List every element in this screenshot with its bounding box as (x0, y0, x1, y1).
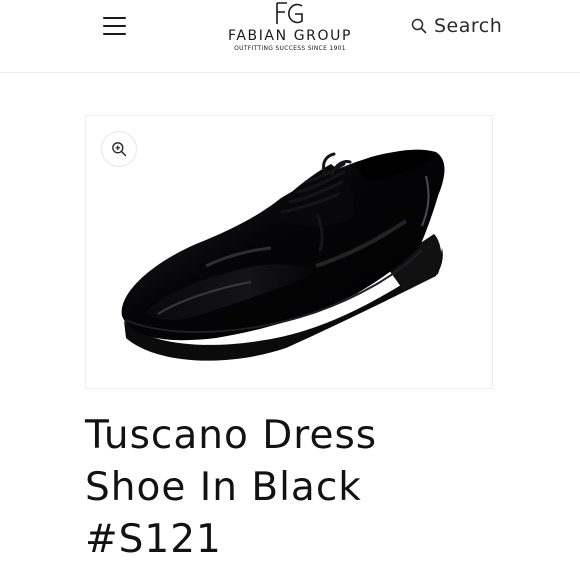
product-title-line: Tuscano Dress (85, 413, 378, 458)
search-icon (410, 17, 428, 35)
zoom-button[interactable] (101, 131, 137, 167)
site-logo[interactable]: FABIAN GROUP OUTFITTING SUCCESS SINCE 19… (200, 0, 380, 56)
search-label: Search (434, 15, 503, 37)
product-title: Tuscano Dress Shoe In Black #S121 (85, 410, 565, 566)
hamburger-menu-icon (103, 17, 126, 19)
hamburger-line (103, 33, 126, 35)
search-button[interactable]: Search (410, 13, 502, 39)
product-title-line: #S121 (85, 517, 222, 562)
zoom-in-icon (112, 142, 127, 157)
product-image[interactable] (86, 116, 492, 388)
logo-name: FABIAN GROUP (227, 28, 353, 44)
product-media[interactable] (85, 115, 493, 389)
product-page: FABIAN GROUP OUTFITTING SUCCESS SINCE 19… (0, 0, 580, 580)
product-title-line: Shoe In Black (85, 465, 362, 510)
fg-monogram-icon (276, 2, 303, 24)
site-header: FABIAN GROUP OUTFITTING SUCCESS SINCE 19… (0, 0, 580, 73)
hamburger-line (103, 25, 126, 27)
logo-tagline: OUTFITTING SUCCESS SINCE 1901 (234, 45, 346, 52)
menu-button[interactable] (100, 12, 130, 40)
